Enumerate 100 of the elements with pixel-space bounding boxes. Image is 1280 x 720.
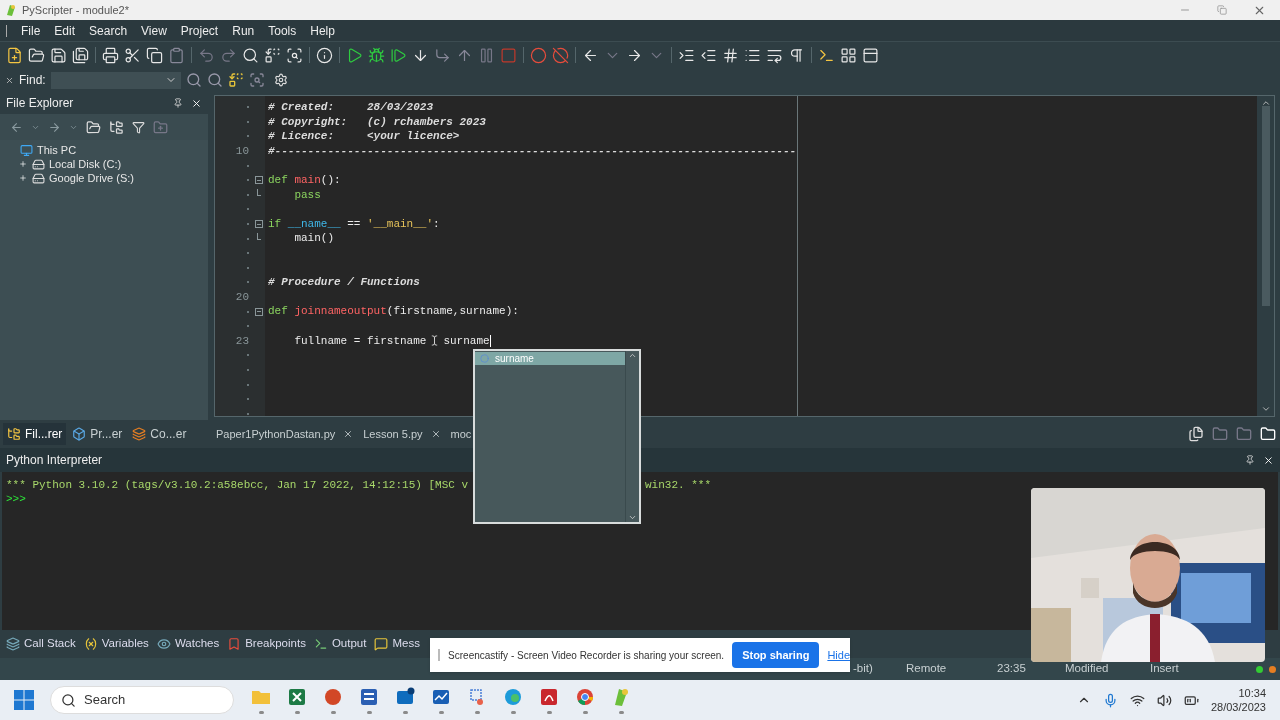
close-icon[interactable] — [1263, 454, 1274, 466]
panel-tab[interactable]: Fil...rer — [3, 423, 67, 445]
status-text: Remote — [906, 661, 948, 677]
save-all-icon[interactable] — [72, 46, 89, 64]
menu-item[interactable]: Tools — [261, 21, 304, 40]
prompt: >>> — [6, 493, 26, 505]
hide-link[interactable]: Hide — [827, 646, 850, 664]
close-tab-icon[interactable] — [343, 429, 354, 439]
panel-tab[interactable]: Co...er — [128, 423, 191, 445]
scroll-down-icon[interactable] — [628, 513, 637, 522]
menu-item[interactable]: File — [14, 21, 48, 40]
find-next-icon[interactable] — [185, 72, 202, 88]
step-over-icon[interactable] — [434, 46, 451, 64]
save-icon[interactable] — [50, 46, 67, 64]
chrome-icon[interactable] — [574, 686, 596, 708]
panel-tab[interactable]: Breakpoints — [227, 635, 306, 653]
menu-item[interactable]: Search — [82, 21, 135, 40]
panel-tab[interactable]: Pr...er — [68, 423, 127, 445]
find-in-files-icon[interactable] — [286, 46, 303, 64]
pin-icon[interactable] — [173, 98, 183, 108]
editor-tab[interactable]: Paper1PythonDastan.py — [216, 425, 336, 443]
code-token: # Procedure / Functions — [268, 275, 420, 290]
copy-icon[interactable] — [146, 46, 163, 64]
filter-icon[interactable] — [132, 120, 145, 134]
pin-icon[interactable] — [1245, 455, 1255, 465]
close-icon[interactable] — [191, 97, 202, 109]
folder-tree-icon[interactable] — [109, 119, 124, 135]
scrollbar[interactable] — [1257, 96, 1274, 416]
pause-icon[interactable] — [478, 46, 495, 64]
code-token: : — [433, 216, 440, 232]
microphone-icon[interactable] — [1102, 692, 1118, 708]
open-folder-icon[interactable] — [28, 46, 45, 64]
fold-toggle[interactable] — [255, 220, 263, 229]
layers-icon — [6, 637, 20, 651]
fold-toggle[interactable] — [255, 307, 263, 316]
debug-icon[interactable] — [368, 46, 385, 64]
wifi-icon[interactable] — [1129, 692, 1145, 708]
layout-icon[interactable] — [862, 46, 879, 64]
new-file-icon[interactable] — [6, 46, 23, 64]
code-token: if — [268, 216, 282, 232]
menu-item[interactable]: View — [134, 21, 174, 40]
editor-tab[interactable]: moc — [450, 425, 472, 443]
code-token: fullname = firstname — [294, 333, 427, 349]
find-field[interactable] — [50, 71, 181, 89]
menu-item[interactable]: Help — [303, 21, 342, 40]
clock-time[interactable]: 10:34 — [1238, 686, 1266, 700]
panel-tab[interactable]: Mess — [374, 635, 420, 653]
redo-icon[interactable] — [220, 46, 237, 64]
panel-tab[interactable]: Watches — [156, 635, 220, 653]
close-tab-icon[interactable] — [430, 429, 441, 439]
scroll-down-icon[interactable] — [1260, 404, 1271, 414]
editor-tab[interactable]: Lesson 5.py — [363, 425, 423, 443]
fold-toggle[interactable] — [255, 176, 263, 185]
cut-icon[interactable] — [124, 46, 141, 64]
browser-icon[interactable] — [502, 686, 524, 708]
menu-item[interactable]: Run — [225, 21, 262, 40]
window-list-icon[interactable] — [1188, 426, 1204, 442]
run-icon[interactable] — [346, 46, 363, 64]
info-icon[interactable] — [316, 46, 333, 64]
grid-icon[interactable] — [840, 46, 857, 64]
volume-icon[interactable] — [1156, 692, 1172, 708]
bookmark-icon — [227, 637, 242, 651]
find-options-icon[interactable] — [273, 73, 288, 87]
document-icon[interactable] — [358, 686, 380, 708]
stop-sharing-button[interactable]: Stop sharing — [732, 642, 820, 668]
panel-tab[interactable]: Variables — [83, 635, 149, 653]
expand-icon[interactable] — [19, 160, 27, 168]
code-token: joinnameoutput — [294, 304, 387, 319]
scroll-up-icon[interactable] — [628, 351, 637, 360]
breakpoint-icon[interactable] — [530, 46, 547, 64]
code-token: surname — [443, 333, 490, 349]
expand-icon[interactable] — [19, 174, 27, 182]
clear-breakpoints-icon[interactable] — [552, 46, 569, 64]
comment-icon[interactable] — [722, 46, 739, 64]
print-icon[interactable] — [102, 46, 119, 64]
panel-tab[interactable]: Call Stack — [6, 635, 76, 653]
run-to-cursor-icon[interactable] — [390, 46, 407, 64]
code-token: __name__ — [287, 216, 341, 232]
search-field[interactable]: Search — [50, 686, 234, 714]
panel-title: File Explorer — [6, 95, 74, 112]
app-logo-icon — [4, 3, 18, 17]
close-find-icon[interactable] — [5, 75, 14, 85]
menu-item[interactable]: Edit — [47, 21, 83, 40]
panel-tab[interactable]: Output — [313, 635, 367, 653]
open-folder-icon[interactable] — [86, 119, 101, 135]
spreadsheet-icon[interactable] — [286, 686, 308, 708]
presentation-icon[interactable] — [322, 686, 344, 708]
pilcrow-icon[interactable] — [788, 46, 805, 64]
search-icon[interactable] — [242, 46, 259, 64]
find-previous-icon[interactable] — [206, 72, 223, 88]
line-number: 10 — [235, 143, 249, 159]
pdf-icon[interactable] — [538, 686, 560, 708]
folder-icon[interactable] — [1260, 426, 1276, 442]
code-token: main() — [294, 231, 334, 246]
start-icon[interactable] — [14, 690, 34, 710]
scroll-up-icon[interactable] — [1260, 98, 1271, 108]
clock-date[interactable]: 28/03/2023 — [1210, 700, 1266, 714]
paste-icon[interactable] — [168, 46, 185, 64]
menu-item[interactable]: Project — [173, 21, 226, 40]
undo-icon[interactable] — [198, 46, 215, 64]
